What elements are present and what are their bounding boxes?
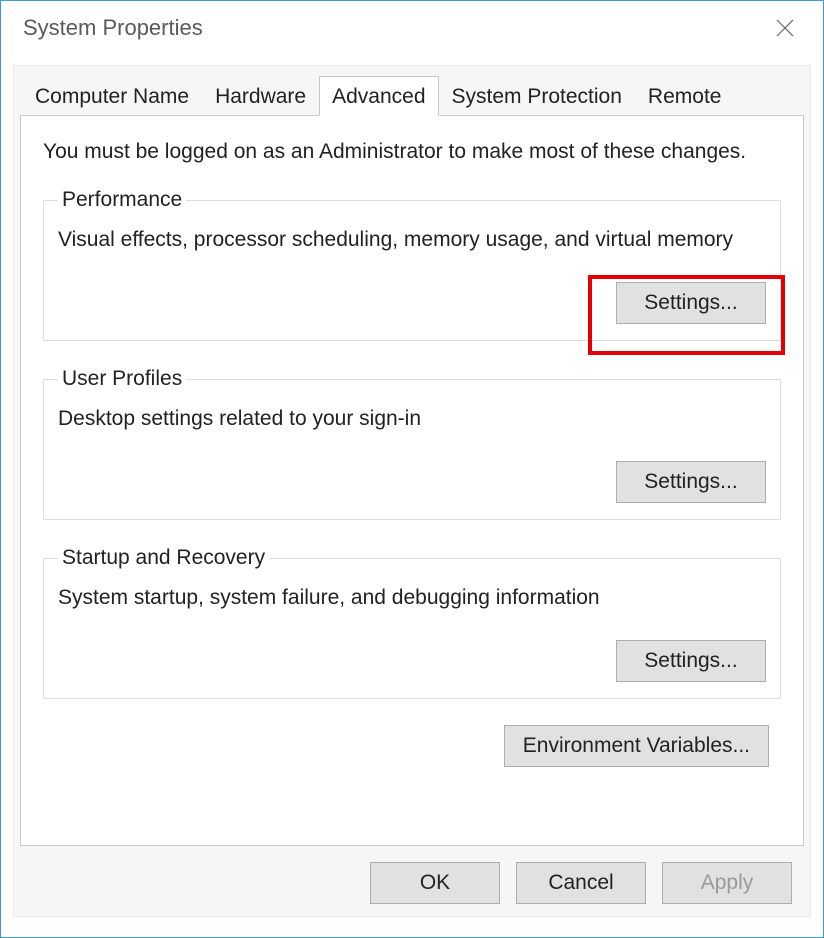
tab-advanced[interactable]: Advanced [319,76,438,116]
user-profiles-settings-button[interactable]: Settings... [616,461,766,503]
tab-computer-name[interactable]: Computer Name [22,76,202,115]
performance-group: Performance Visual effects, processor sc… [43,188,781,341]
user-profiles-desc: Desktop settings related to your sign-in [58,407,766,431]
performance-legend: Performance [58,188,186,212]
ok-button[interactable]: OK [370,862,500,904]
close-button[interactable] [765,8,805,48]
dialog-footer-buttons: OK Cancel Apply [370,862,792,904]
tab-panel-advanced: You must be logged on as an Administrato… [20,116,804,846]
startup-recovery-group: Startup and Recovery System startup, sys… [43,546,781,699]
tab-strip: Computer Name Hardware Advanced System P… [20,76,804,116]
performance-settings-button[interactable]: Settings... [616,282,766,324]
environment-variables-button[interactable]: Environment Variables... [504,725,769,767]
system-properties-dialog: System Properties Computer Name Hardware… [0,0,824,938]
startup-recovery-desc: System startup, system failure, and debu… [58,586,766,610]
startup-recovery-legend: Startup and Recovery [58,546,269,570]
admin-note-text: You must be logged on as an Administrato… [43,140,781,164]
window-title: System Properties [23,15,203,41]
user-profiles-legend: User Profiles [58,367,186,391]
tab-system-protection[interactable]: System Protection [439,76,635,115]
tab-hardware[interactable]: Hardware [202,76,319,115]
titlebar: System Properties [1,1,823,55]
startup-recovery-settings-button[interactable]: Settings... [616,640,766,682]
tab-remote[interactable]: Remote [635,76,735,115]
apply-button[interactable]: Apply [662,862,792,904]
cancel-button[interactable]: Cancel [516,862,646,904]
performance-desc: Visual effects, processor scheduling, me… [58,228,766,252]
user-profiles-group: User Profiles Desktop settings related t… [43,367,781,520]
